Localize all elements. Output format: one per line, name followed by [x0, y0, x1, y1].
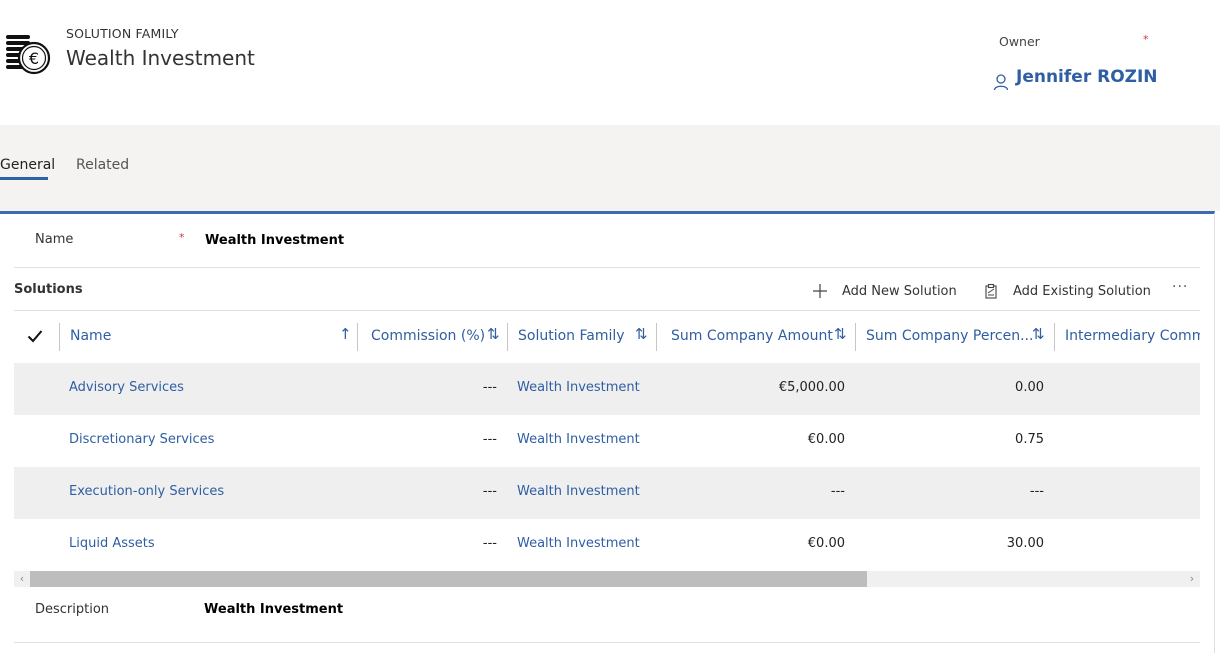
user-icon — [993, 73, 1009, 91]
solution-name-link[interactable]: Discretionary Services — [69, 432, 214, 447]
column-divider — [656, 323, 657, 351]
commission-cell: --- — [482, 432, 497, 447]
scrollbar-thumb[interactable] — [30, 571, 867, 587]
solution-family-link[interactable]: Wealth Investment — [517, 432, 640, 447]
coins-euro-icon: € — [4, 29, 52, 77]
clipboard-icon — [985, 283, 997, 299]
sort-icon[interactable]: ⇅ — [635, 325, 648, 343]
sum-company-percent-cell: 0.75 — [1015, 432, 1044, 447]
sort-ascending-icon[interactable]: ↑ — [339, 325, 352, 343]
select-all-checkbox[interactable] — [27, 311, 45, 361]
active-tab-indicator — [0, 177, 48, 180]
sum-company-amount-cell: €0.00 — [807, 432, 845, 447]
owner-required-marker: * — [1143, 33, 1149, 46]
sort-icon[interactable]: ⇅ — [1032, 325, 1045, 343]
description-field[interactable]: Wealth Investment — [204, 602, 343, 617]
tab-bar — [0, 125, 1220, 211]
record-title: Wealth Investment — [66, 46, 255, 70]
sort-icon[interactable]: ⇅ — [487, 325, 500, 343]
column-divider — [1054, 323, 1055, 351]
subgrid-title: Solutions — [14, 282, 83, 297]
sum-company-amount-cell: --- — [830, 484, 845, 499]
more-commands-button[interactable]: ··· — [1172, 279, 1188, 295]
column-header-sum-company-percent[interactable]: Sum Company Percen... — [866, 311, 1033, 361]
name-field[interactable]: Wealth Investment — [205, 233, 344, 248]
divider — [14, 267, 1200, 268]
table-row[interactable]: Discretionary Services --- Wealth Invest… — [14, 415, 1200, 467]
solution-name-link[interactable]: Execution-only Services — [69, 484, 224, 499]
sort-icon[interactable]: ⇅ — [834, 325, 847, 343]
column-divider — [507, 323, 508, 351]
sum-company-percent-cell: 0.00 — [1015, 380, 1044, 395]
add-new-solution-label: Add New Solution — [842, 283, 957, 299]
sum-company-amount-cell: €0.00 — [807, 536, 845, 551]
divider — [14, 642, 1200, 643]
tab-related[interactable]: Related — [76, 157, 129, 173]
svg-text:€: € — [29, 49, 39, 68]
column-divider — [59, 323, 60, 351]
column-header-commission[interactable]: Commission (%) — [371, 311, 485, 361]
solution-family-link[interactable]: Wealth Investment — [517, 380, 640, 395]
name-required-marker: * — [179, 231, 185, 244]
solutions-grid: Name ↑ Commission (%) ⇅ Solution Family … — [14, 311, 1200, 571]
column-header-intermediary-commission[interactable]: Intermediary Commi — [1065, 311, 1200, 361]
checkmark-icon — [27, 330, 43, 343]
owner-label: Owner — [999, 34, 1040, 49]
solution-name-link[interactable]: Advisory Services — [69, 380, 184, 395]
name-field-label: Name — [35, 232, 74, 247]
owner-link[interactable]: Jennifer ROZIN — [1016, 67, 1158, 87]
column-header-name[interactable]: Name — [70, 311, 111, 361]
commission-cell: --- — [482, 484, 497, 499]
add-existing-solution-button[interactable]: Add Existing Solution — [983, 280, 1151, 302]
scroll-right-arrow[interactable]: › — [1184, 571, 1200, 587]
solution-name-link[interactable]: Liquid Assets — [69, 536, 155, 551]
table-row[interactable]: Execution-only Services --- Wealth Inves… — [14, 467, 1200, 519]
plus-icon — [813, 284, 827, 298]
table-row[interactable]: Liquid Assets --- Wealth Investment €0.0… — [14, 519, 1200, 571]
column-divider — [855, 323, 856, 351]
add-existing-solution-label: Add Existing Solution — [1013, 283, 1151, 299]
sum-company-amount-cell: €5,000.00 — [778, 380, 845, 395]
sum-company-percent-cell: --- — [1029, 484, 1044, 499]
commission-cell: --- — [482, 536, 497, 551]
tab-general[interactable]: General — [0, 157, 55, 173]
sum-company-percent-cell: 30.00 — [1006, 536, 1044, 551]
column-header-solution-family[interactable]: Solution Family — [518, 311, 625, 361]
solution-family-link[interactable]: Wealth Investment — [517, 536, 640, 551]
commission-cell: --- — [482, 380, 497, 395]
scroll-left-arrow[interactable]: ‹ — [14, 571, 30, 587]
solution-family-link[interactable]: Wealth Investment — [517, 484, 640, 499]
column-divider — [357, 323, 358, 351]
description-field-label: Description — [35, 602, 110, 617]
entity-type-label: SOLUTION FAMILY — [66, 26, 179, 41]
table-row[interactable]: Advisory Services --- Wealth Investment … — [14, 363, 1200, 415]
add-new-solution-button[interactable]: Add New Solution — [812, 280, 957, 302]
column-header-sum-company-amount[interactable]: Sum Company Amount — [671, 311, 833, 361]
